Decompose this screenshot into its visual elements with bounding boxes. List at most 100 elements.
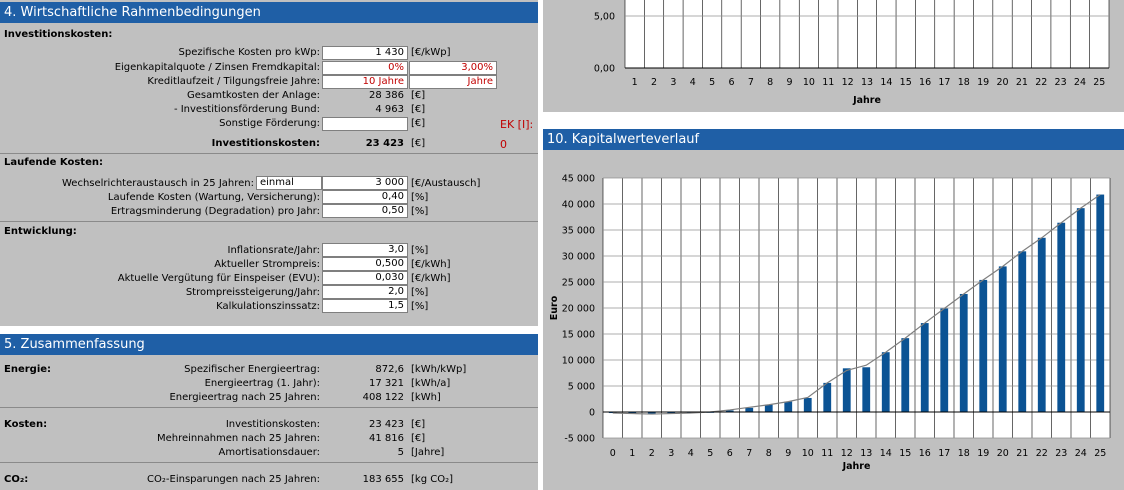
x-tick-label: 19	[977, 77, 989, 88]
wechselrichter-input[interactable]: 3 000	[322, 176, 408, 190]
x-tick-label: 13	[860, 448, 872, 459]
x-tick-label: 24	[1075, 448, 1087, 459]
co2-value: 183 655	[362, 474, 404, 485]
x-tick-label: 6	[727, 448, 733, 459]
kalkulationszins-input[interactable]: 1,5	[322, 299, 408, 313]
bar	[764, 404, 773, 412]
energieertrag-1-unit: [kWh/a]	[411, 378, 451, 389]
right-panel: 0,005,0010,00123456789101112131415161718…	[543, 0, 1124, 490]
laufende-kosten-label: Laufende Kosten (Wartung, Versicherung):	[107, 192, 320, 203]
x-tick-label: 18	[958, 77, 970, 88]
investitionskosten-heading: Investitionskosten:	[4, 29, 113, 40]
zinsen-input[interactable]: 3,00%	[409, 61, 497, 75]
x-tick-label: 3	[668, 448, 674, 459]
inflationsrate-unit: [%]	[411, 245, 429, 256]
y-tick-label: 20 000	[562, 304, 595, 315]
bar	[823, 382, 832, 412]
x-tick-label: 5	[709, 77, 715, 88]
x-tick-label: 16	[919, 77, 931, 88]
eigenkapital-label: Eigenkapitalquote / Zinsen Fremdkapital:	[114, 62, 320, 73]
foerderung-bund-unit: [€]	[411, 104, 426, 115]
x-tick-label: 23	[1055, 77, 1067, 88]
inflationsrate-input[interactable]: 3,0	[322, 243, 408, 257]
gesamtkosten-value: 28 386	[369, 90, 404, 101]
strompreissteigerung-input[interactable]: 2,0	[322, 285, 408, 299]
bar	[998, 266, 1007, 412]
spez-kosten-input[interactable]: 1 430	[322, 46, 408, 60]
x-tick-label: 8	[767, 77, 773, 88]
x-tick-label: 9	[787, 77, 793, 88]
verguetung-input[interactable]: 0,030	[322, 271, 408, 285]
x-tick-label: 6	[728, 77, 734, 88]
x-tick-label: 15	[900, 77, 912, 88]
strompreissteigerung-label: Strompreissteigerung/Jahr:	[185, 287, 320, 298]
energieertrag-25-value: 408 122	[362, 392, 404, 403]
sonstige-foerderung-unit: [€]	[411, 118, 426, 129]
x-tick-label: 23	[1055, 448, 1067, 459]
x-tick-label: 14	[880, 77, 892, 88]
bar	[881, 352, 890, 412]
section-gap	[543, 112, 1124, 129]
x-tick-label: 2	[651, 77, 657, 88]
sonstige-foerderung-input[interactable]	[322, 117, 408, 131]
section-4-header: 4. Wirtschaftliche Rahmenbedingungen	[0, 2, 538, 23]
y-tick-label: 45 000	[562, 174, 595, 185]
bar	[784, 401, 793, 412]
degradation-unit: [%]	[411, 206, 429, 217]
y-tick-label: 25 000	[562, 278, 595, 289]
bar	[862, 367, 871, 412]
section-gap	[0, 326, 538, 334]
zus-investitionskosten-value: 23 423	[369, 419, 404, 430]
bar	[1037, 237, 1046, 412]
spez-kosten-unit: [€/kWp]	[411, 47, 451, 58]
spez-energieertrag-value: 872,6	[375, 364, 404, 375]
investitionskosten-unit: [€]	[411, 138, 426, 149]
kreditlaufzeit-input[interactable]: 10 Jahre	[322, 75, 408, 89]
strompreis-input[interactable]: 0,500	[322, 257, 408, 271]
kosten-heading: Kosten:	[4, 419, 48, 430]
y-tick-label: -5 000	[564, 434, 595, 445]
gesamtkosten-label: Gesamtkosten der Anlage:	[187, 90, 320, 101]
x-tick-label: 8	[766, 448, 772, 459]
strompreis-unit: [€/kWh]	[411, 259, 451, 270]
verguetung-unit: [€/kWh]	[411, 273, 451, 284]
x-tick-label: 22	[1035, 77, 1047, 88]
degradation-input[interactable]: 0,50	[322, 204, 408, 218]
energieertrag-1-label: Energieertrag (1. Jahr):	[204, 378, 320, 389]
wechselrichter-label: Wechselrichteraustausch in 25 Jahren:	[62, 178, 254, 189]
x-tick-label: 16	[919, 448, 931, 459]
x-tick-label: 25	[1094, 448, 1106, 459]
x-tick-label: 12	[841, 448, 853, 459]
laufende-kosten-unit: [%]	[411, 192, 429, 203]
x-tick-label: 21	[1016, 77, 1028, 88]
kalkulationszins-label: Kalkulationszinssatz:	[216, 301, 320, 312]
x-tick-label: 11	[822, 77, 834, 88]
degradation-label: Ertragsminderung (Degradation) pro Jahr:	[110, 206, 320, 217]
eigenkapital-input[interactable]: 0%	[322, 61, 408, 75]
y-tick-label: 5,00	[594, 12, 615, 23]
y-tick-label: 30 000	[562, 252, 595, 263]
x-axis-label: Jahre	[842, 461, 871, 472]
laufende-kosten-input[interactable]: 0,40	[322, 190, 408, 204]
foerderung-bund-value: 4 963	[375, 104, 404, 115]
x-tick-label: 22	[1036, 448, 1048, 459]
strompreis-label: Aktueller Strompreis:	[214, 259, 320, 270]
x-tick-label: 10	[802, 448, 814, 459]
amortisation-unit: [Jahre]	[411, 447, 445, 458]
y-tick-label: 0	[589, 408, 595, 419]
x-tick-label: 7	[746, 448, 752, 459]
bar	[803, 397, 812, 412]
x-tick-label: 18	[958, 448, 970, 459]
mehreinnahmen-label: Mehreinnahmen nach 25 Jahren:	[156, 433, 320, 444]
co2-unit: [kg CO₂]	[411, 474, 453, 485]
x-tick-label: 4	[688, 448, 694, 459]
bar	[1057, 222, 1066, 412]
foerderung-bund-label: - Investitionsförderung Bund:	[173, 104, 320, 115]
y-tick-label: 10 000	[562, 356, 595, 367]
investitionskosten-value: 23 423	[365, 138, 404, 149]
wechselrichter-select[interactable]: einmal	[256, 176, 322, 190]
tilgungsfrei-input[interactable]: Jahre	[409, 75, 497, 89]
spez-kosten-label: Spezifische Kosten pro kWp:	[178, 47, 320, 58]
verguetung-label: Aktuelle Vergütung für Einspeiser (EVU):	[117, 273, 320, 284]
x-tick-label: 17	[938, 448, 950, 459]
